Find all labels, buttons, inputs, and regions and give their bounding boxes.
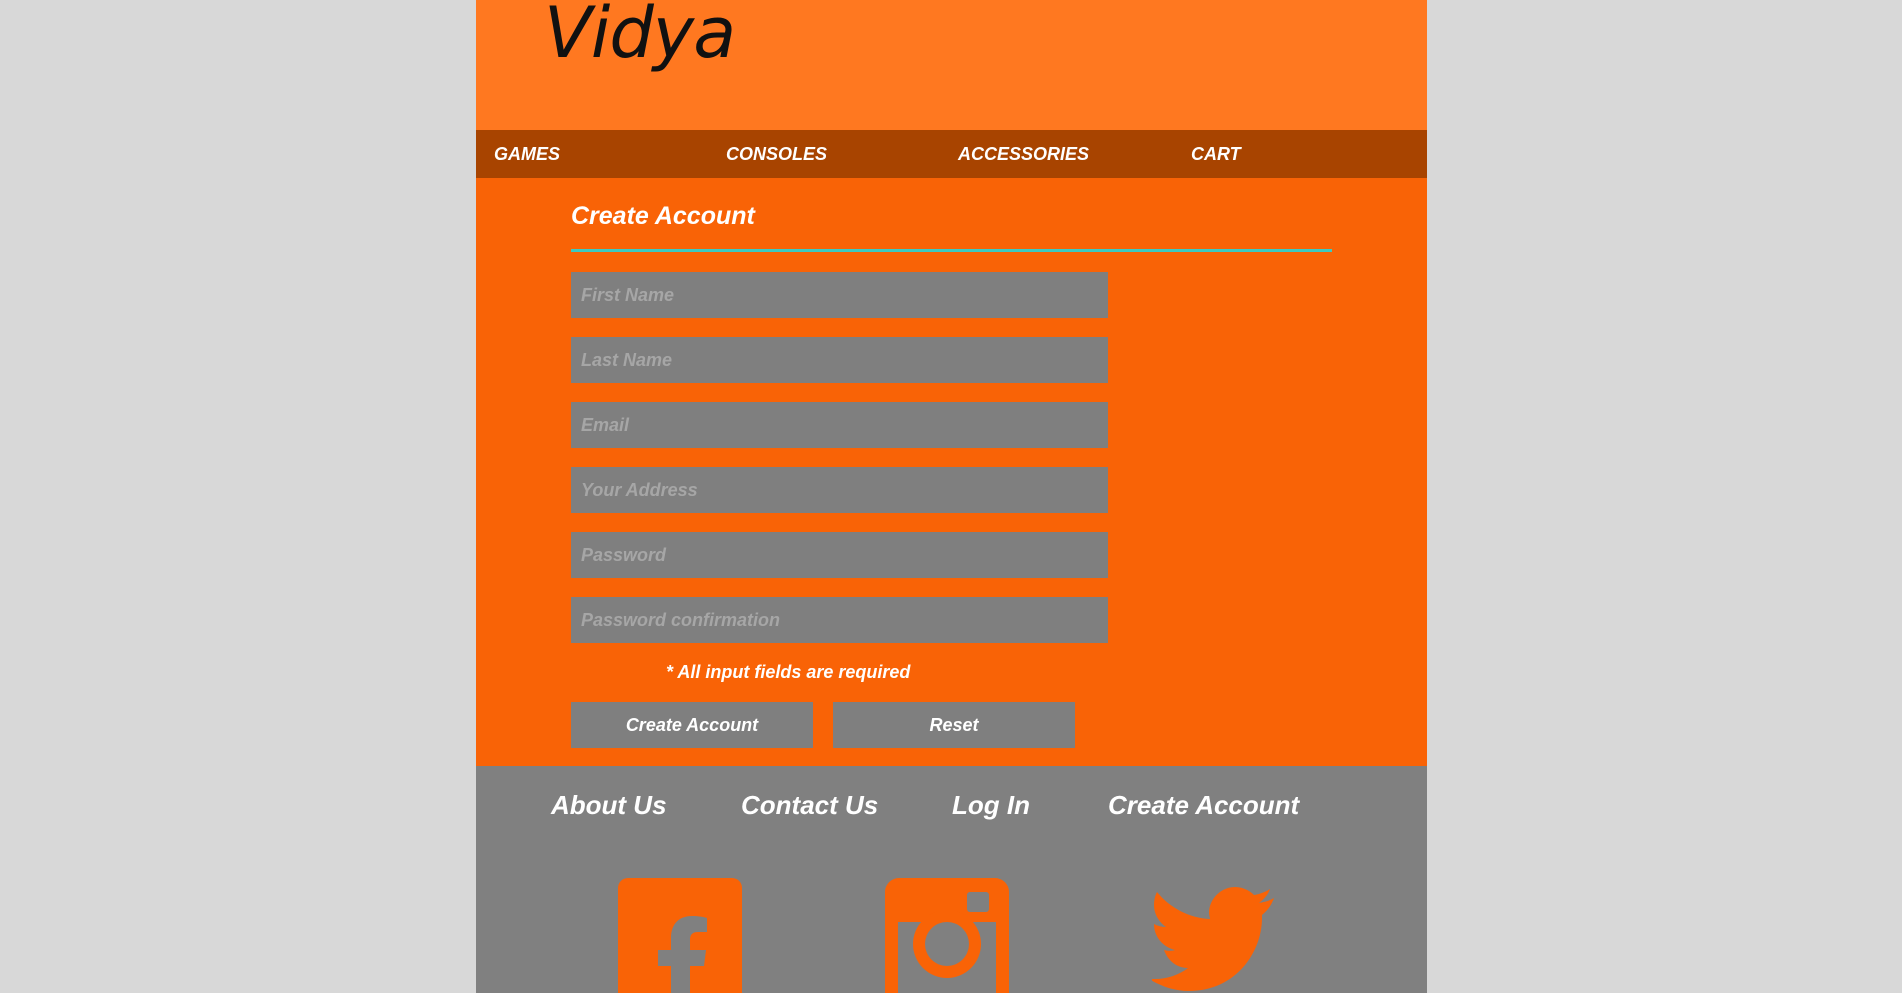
footer-link-about-us[interactable]: About Us	[551, 790, 667, 821]
password-confirmation-field[interactable]	[571, 597, 1108, 643]
create-account-section: Create Account * All input fields are re…	[476, 178, 1427, 766]
site-header: Vidya	[476, 0, 1427, 130]
main-nav: GAMES CONSOLES ACCESSORIES CART	[476, 130, 1427, 178]
site-logo[interactable]: Vidya	[544, 0, 736, 68]
footer-link-create-account[interactable]: Create Account	[1108, 790, 1299, 821]
footer-link-log-in[interactable]: Log In	[952, 790, 1030, 821]
address-field[interactable]	[571, 467, 1108, 513]
email-field[interactable]	[571, 402, 1108, 448]
logo-text: Vidya	[544, 0, 736, 74]
reset-button[interactable]: Reset	[833, 702, 1075, 748]
page: Vidya GAMES CONSOLES ACCESSORIES CART Cr…	[476, 0, 1427, 993]
password-field[interactable]	[571, 532, 1108, 578]
first-name-field[interactable]	[571, 272, 1108, 318]
create-account-button[interactable]: Create Account	[571, 702, 813, 748]
nav-item-games[interactable]: GAMES	[494, 144, 560, 165]
nav-item-consoles[interactable]: CONSOLES	[726, 144, 827, 165]
nav-item-cart[interactable]: CART	[1191, 144, 1241, 165]
facebook-icon[interactable]	[618, 878, 742, 993]
required-note: * All input fields are required	[666, 662, 911, 682]
footer-link-contact-us[interactable]: Contact Us	[741, 790, 878, 821]
twitter-icon[interactable]	[1152, 878, 1276, 993]
form-title: Create Account	[571, 202, 755, 230]
site-footer: About Us Contact Us Log In Create Accoun…	[476, 766, 1427, 993]
nav-item-accessories[interactable]: ACCESSORIES	[958, 144, 1089, 165]
last-name-field[interactable]	[571, 337, 1108, 383]
title-divider	[571, 249, 1332, 252]
instagram-icon[interactable]	[885, 878, 1009, 993]
